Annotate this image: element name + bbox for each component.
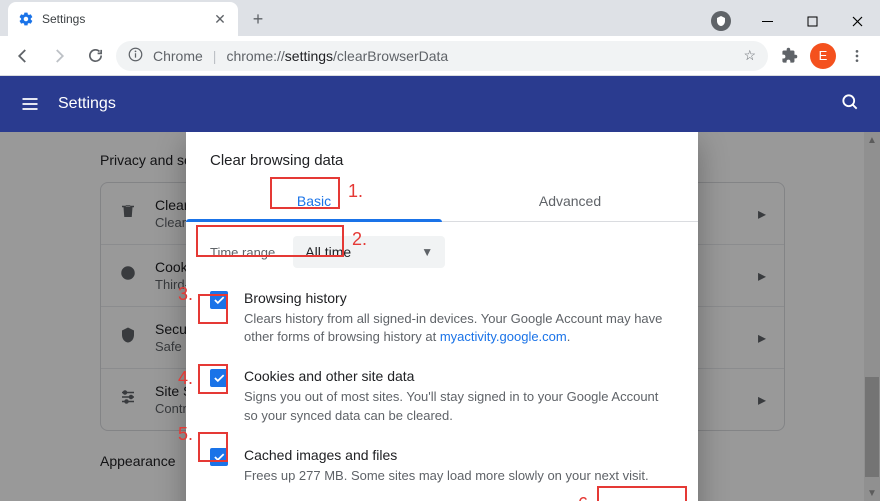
annotation-label-1: 1. <box>348 181 363 202</box>
tab-title: Settings <box>42 12 204 26</box>
checkbox-cookies[interactable] <box>210 369 228 387</box>
profile-avatar[interactable]: E <box>810 43 836 69</box>
maximize-button[interactable] <box>790 6 835 36</box>
browser-toolbar: Chrome | chrome://settings/clearBrowserD… <box>0 36 880 76</box>
check-title: Browsing history <box>244 290 674 306</box>
close-window-button[interactable] <box>835 6 880 36</box>
annotation-label-3: 3. <box>178 284 193 305</box>
check-subtitle: Clears history from all signed-in device… <box>244 310 674 346</box>
dialog-title: Clear browsing data <box>186 132 698 181</box>
gear-icon <box>18 11 34 27</box>
url-text: chrome://settings/clearBrowserData <box>226 48 448 64</box>
time-range-label: Time range <box>210 237 279 268</box>
content-area: ▲ ▼ Privacy and security Clear browsing … <box>0 132 880 501</box>
new-tab-button[interactable]: + <box>244 5 272 33</box>
profile-badge-icon[interactable] <box>711 11 731 31</box>
time-range-value: All time <box>305 244 351 260</box>
settings-header: Settings <box>0 76 880 132</box>
annotation-label-6: 6. <box>578 494 593 501</box>
check-cookies: Cookies and other site data Signs you ou… <box>210 368 674 424</box>
check-title: Cached images and files <box>244 447 649 463</box>
annotation-label-4: 4. <box>178 368 193 389</box>
menu-icon[interactable] <box>20 94 40 114</box>
checkbox-cache[interactable] <box>210 448 228 466</box>
time-range-row: Time range All time ▼ <box>210 236 674 268</box>
tab-basic[interactable]: Basic <box>186 181 442 221</box>
address-bar[interactable]: Chrome | chrome://settings/clearBrowserD… <box>116 41 768 71</box>
check-cache: Cached images and files Frees up 277 MB.… <box>210 447 674 485</box>
tab-close-icon[interactable]: ✕ <box>212 11 228 27</box>
site-info-icon[interactable] <box>128 47 143 65</box>
dialog-tabs: Basic Advanced <box>186 181 698 222</box>
url-separator: | <box>213 48 217 64</box>
window-controls <box>711 6 880 36</box>
search-icon[interactable] <box>840 92 860 117</box>
check-browsing-history: Browsing history Clears history from all… <box>210 290 674 346</box>
minimize-button[interactable] <box>745 6 790 36</box>
bookmark-star-icon[interactable]: ☆ <box>743 47 756 64</box>
checkbox-history[interactable] <box>210 291 228 309</box>
check-title: Cookies and other site data <box>244 368 674 384</box>
settings-title: Settings <box>58 95 116 113</box>
tab-advanced[interactable]: Advanced <box>442 181 698 221</box>
browser-tab[interactable]: Settings ✕ <box>8 2 238 36</box>
url-prefix: Chrome <box>153 48 203 64</box>
myactivity-link[interactable]: myactivity.google.com <box>440 329 567 344</box>
titlebar: Settings ✕ + <box>0 0 880 36</box>
annotation-label-5: 5. <box>178 424 193 445</box>
check-subtitle: Frees up 277 MB. Some sites may load mor… <box>244 467 649 485</box>
time-range-select[interactable]: All time ▼ <box>293 236 445 268</box>
chevron-down-icon: ▼ <box>421 245 433 259</box>
reload-button[interactable] <box>80 41 110 71</box>
back-button[interactable] <box>8 41 38 71</box>
clear-data-dialog: Clear browsing data Basic Advanced Time … <box>186 132 698 501</box>
annotation-label-2: 2. <box>352 229 367 250</box>
extensions-icon[interactable] <box>774 41 804 71</box>
forward-button[interactable] <box>44 41 74 71</box>
chrome-menu-button[interactable] <box>842 41 872 71</box>
check-subtitle: Signs you out of most sites. You'll stay… <box>244 388 674 424</box>
dialog-actions: Cancel Clear data <box>186 485 698 501</box>
